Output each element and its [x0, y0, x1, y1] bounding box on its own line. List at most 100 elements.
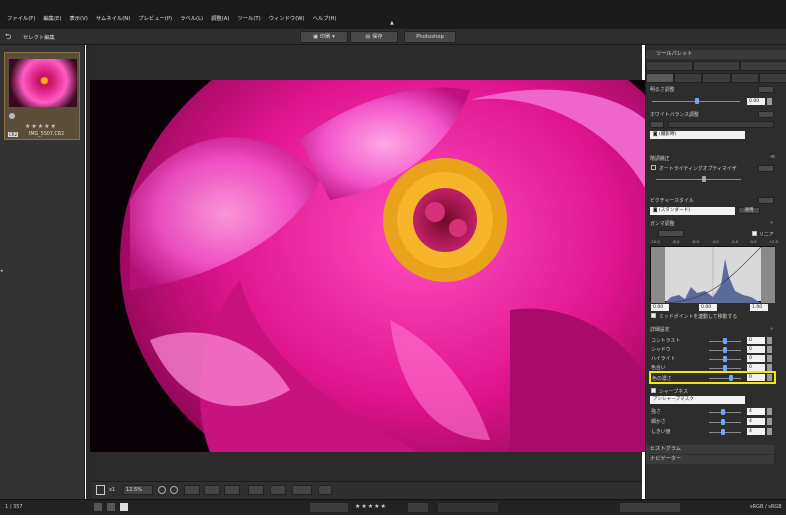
zoom-tool-icon[interactable]: [158, 486, 166, 494]
midpoint-checkbox[interactable]: [651, 313, 656, 318]
auto-lighting-slider[interactable]: [656, 179, 741, 180]
tab-export[interactable]: [740, 61, 786, 71]
saturation-knob[interactable]: [729, 375, 733, 381]
grid-tool-icon[interactable]: [204, 485, 220, 495]
expand-icon[interactable]: »: [770, 326, 773, 332]
wb-reset-button[interactable]: [758, 111, 774, 118]
crop-tool-icon[interactable]: [184, 485, 200, 495]
menu-preview[interactable]: プレビュー(P): [134, 14, 176, 22]
menu-help[interactable]: ヘルプ(H): [309, 14, 341, 22]
menu-file[interactable]: ファイル(F): [3, 14, 39, 22]
gamma-white-value[interactable]: 1.00: [750, 304, 768, 311]
shadow-spinner[interactable]: [767, 346, 772, 353]
hue-spinner[interactable]: [767, 364, 772, 371]
rgb-icon[interactable]: [292, 485, 312, 495]
sharp-threshold-spinner[interactable]: [767, 428, 772, 435]
tab-color[interactable]: [702, 73, 731, 83]
menu-thumbnail[interactable]: サムネイル(N): [92, 14, 134, 22]
sharp-strength-value[interactable]: 4: [747, 408, 765, 415]
left-collapse-icon[interactable]: ◂: [0, 268, 3, 274]
navigator-section[interactable]: ナビゲーター: [646, 455, 774, 464]
highlight-spinner[interactable]: [767, 355, 772, 362]
sharp-strength-knob[interactable]: [721, 409, 725, 415]
menu-edit[interactable]: 編集(E): [39, 14, 65, 22]
zoom-1x-button[interactable]: x1: [109, 487, 115, 493]
menu-adjust[interactable]: 調整(A): [207, 14, 233, 22]
brightness-knob[interactable]: [695, 98, 699, 104]
tab-rgb[interactable]: [646, 61, 693, 71]
collapse-icon[interactable]: ≪: [770, 154, 775, 160]
save-button[interactable]: ▤ 保存: [350, 31, 398, 43]
view-options[interactable]: [620, 503, 680, 512]
compare-buttons[interactable]: [408, 503, 428, 512]
fit-screen-icon[interactable]: [96, 485, 105, 495]
sharp-fineness-spinner[interactable]: [767, 418, 772, 425]
tab-basic[interactable]: [646, 73, 675, 83]
back-icon[interactable]: ⮌: [5, 31, 11, 45]
status-rating[interactable]: ★★★★★: [355, 503, 387, 510]
sharp-threshold-value[interactable]: 4: [747, 428, 765, 435]
thumbnail-card[interactable]: ★★★★★ CR2 IMG_5507.CR2: [4, 52, 80, 140]
saturation-slider[interactable]: [709, 378, 741, 379]
contrast-value[interactable]: 0: [747, 337, 765, 344]
sharpness-select[interactable]: アンシャープマスク: [650, 396, 745, 404]
shadow-value[interactable]: 0: [747, 346, 765, 353]
histogram-section[interactable]: ヒストグラム: [646, 445, 774, 454]
hue-value[interactable]: 0: [747, 364, 765, 371]
sharp-threshold-slider[interactable]: [709, 432, 741, 433]
view-single-icon[interactable]: [120, 503, 128, 511]
menu-window[interactable]: ウィンドウ(W): [265, 14, 309, 22]
brightness-reset-button[interactable]: [758, 86, 774, 93]
highlight-knob[interactable]: [723, 356, 727, 362]
compare-tool-icon[interactable]: [224, 485, 240, 495]
view-list-icon[interactable]: [94, 503, 102, 511]
picture-style-reset[interactable]: [758, 197, 774, 204]
sharp-fineness-value[interactable]: 4: [747, 418, 765, 425]
sharp-threshold-knob[interactable]: [721, 429, 725, 435]
sharpness-checkbox[interactable]: [651, 388, 656, 393]
gamma-histogram[interactable]: [650, 246, 775, 304]
sharp-fineness-knob[interactable]: [721, 419, 725, 425]
wb-select[interactable]: ◙ (撮影時): [650, 131, 745, 139]
right-collapse-icon[interactable]: ▸: [781, 268, 784, 274]
menu-label[interactable]: ラベル(L): [176, 14, 207, 22]
gamma-auto-button[interactable]: [658, 230, 684, 237]
picture-style-select[interactable]: ◙ (スタンダード): [650, 207, 735, 215]
gamma-black-value[interactable]: 0.00: [651, 304, 669, 311]
display-mode-icon[interactable]: [248, 485, 264, 495]
wb-eyedropper-icon[interactable]: [650, 121, 664, 128]
rotate-buttons[interactable]: [310, 503, 348, 512]
linear-checkbox[interactable]: [752, 231, 757, 236]
photoshop-button[interactable]: Photoshop: [404, 31, 456, 43]
af-point-icon[interactable]: [170, 486, 178, 494]
contrast-spinner[interactable]: [767, 337, 772, 344]
gamma-mid-value[interactable]: 0.00: [699, 304, 717, 311]
info-icon[interactable]: [318, 485, 332, 495]
brightness-value[interactable]: 0.00: [747, 98, 765, 105]
auto-lighting-reset[interactable]: [758, 165, 774, 172]
sharp-strength-spinner[interactable]: [767, 408, 772, 415]
menu-view[interactable]: 表示(V): [65, 14, 91, 22]
gear-icon[interactable]: [270, 485, 286, 495]
main-photo[interactable]: [90, 80, 646, 452]
view-grid-icon[interactable]: [107, 503, 115, 511]
saturation-value[interactable]: 0: [747, 374, 765, 381]
check-icon[interactable]: [9, 113, 15, 119]
auto-lighting-knob[interactable]: [702, 176, 706, 182]
contrast-knob[interactable]: [723, 338, 727, 344]
menu-tools[interactable]: ツール(T): [233, 14, 264, 22]
nav-buttons[interactable]: [438, 503, 498, 512]
apply-button[interactable]: 適用: [738, 207, 760, 214]
tab-lens[interactable]: [730, 73, 759, 83]
auto-lighting-checkbox[interactable]: [651, 165, 656, 170]
collapse-toolbar-icon[interactable]: ▲: [390, 20, 394, 26]
expand-icon[interactable]: »: [770, 220, 773, 226]
highlight-value[interactable]: 0: [747, 355, 765, 362]
wb-presets[interactable]: [668, 121, 774, 128]
shadow-knob[interactable]: [723, 347, 727, 353]
brightness-spinner[interactable]: [767, 98, 772, 105]
tab-crop[interactable]: [693, 61, 740, 71]
zoom-select[interactable]: 12.5%: [123, 485, 153, 495]
sharp-strength-slider[interactable]: [709, 412, 741, 413]
thumbnail-image[interactable]: [9, 59, 77, 107]
